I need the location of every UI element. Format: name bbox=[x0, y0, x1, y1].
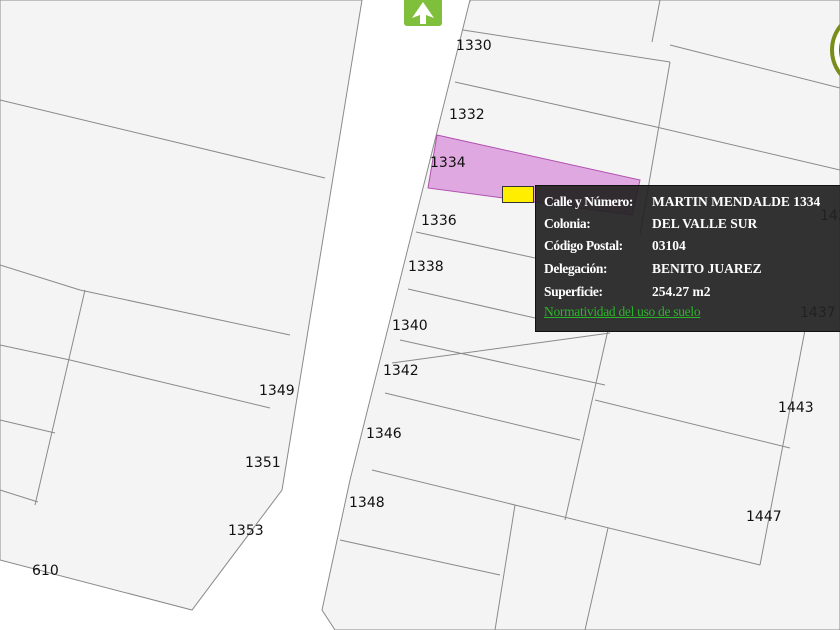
lot-number-label: 1346 bbox=[366, 426, 402, 442]
lot-number-label: 1340 bbox=[392, 318, 428, 334]
lot-number-label: 1447 bbox=[746, 509, 782, 525]
popup-row-superficie: Superficie: 254.27 m2 bbox=[544, 284, 711, 299]
lot-number-label: 1349 bbox=[259, 383, 295, 399]
lot-number-label: 1338 bbox=[408, 259, 444, 275]
lot-number-label: 1351 bbox=[245, 455, 281, 471]
popup-row-delegacion: Delegación: BENITO JUAREZ bbox=[544, 261, 762, 276]
north-arrow-icon bbox=[412, 2, 434, 24]
info-popup: Calle y Número: MARTIN MENDALDE 1334 Colo… bbox=[535, 185, 840, 332]
lot-number-label: 1348 bbox=[349, 495, 385, 511]
lot-number-label: 1342 bbox=[383, 363, 419, 379]
popup-row-postal-code: Código Postal: 03104 bbox=[544, 238, 686, 253]
north-arrow-button[interactable] bbox=[404, 0, 442, 26]
lot-number-label: 1336 bbox=[421, 213, 457, 229]
popup-row-address: Calle y Número: MARTIN MENDALDE 1334 bbox=[544, 194, 821, 209]
lot-number-label: 1443 bbox=[778, 400, 814, 416]
land-use-link[interactable]: Normatividad del uso de suelo bbox=[544, 304, 701, 320]
location-marker[interactable] bbox=[502, 186, 534, 203]
lot-number-label: 1353 bbox=[228, 523, 264, 539]
lot-number-label: 1332 bbox=[449, 107, 485, 123]
popup-row-colonia: Colonia: DEL VALLE SUR bbox=[544, 216, 758, 231]
lot-number-label: 610 bbox=[32, 563, 59, 579]
lot-number-label: 1330 bbox=[456, 38, 492, 54]
lot-number-label: 1334 bbox=[430, 155, 466, 171]
